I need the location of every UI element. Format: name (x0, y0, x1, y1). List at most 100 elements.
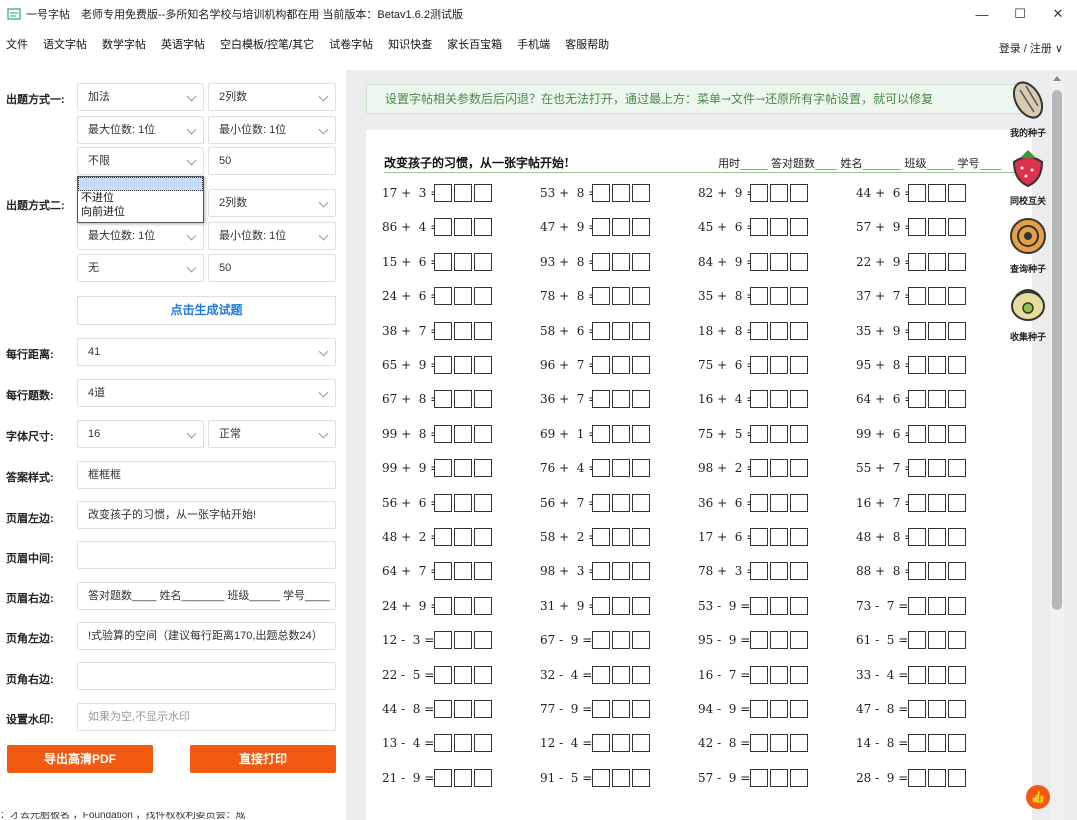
close-button[interactable]: ✕ (1039, 0, 1077, 28)
problem-expression: 95 - 9 = (698, 633, 751, 648)
answer-box (770, 390, 788, 409)
math-problem: 33 - 4 = (856, 664, 1006, 686)
answer-box (592, 768, 610, 787)
watermark-input[interactable]: 如果为空,不显示水印 (77, 703, 336, 731)
answer-box (612, 424, 630, 443)
math-problem: 42 - 8 = (698, 732, 848, 754)
menu-blank-template[interactable]: 空白模板/控笔/其它 (220, 36, 314, 52)
maximize-button[interactable]: ☐ (1001, 0, 1039, 28)
scroll-up-arrow-icon[interactable] (1053, 76, 1061, 81)
problem-expression: 78 + 8 = (540, 289, 599, 304)
export-pdf-button[interactable]: 导出高清PDF (7, 745, 153, 773)
math-problem: 48 + 2 = (382, 526, 532, 548)
mode1-operation-select[interactable]: 加法 (77, 83, 204, 111)
answer-box (948, 493, 966, 512)
answer-box (948, 528, 966, 546)
math-problem: 98 + 3 = (540, 560, 690, 582)
collect-seeds-button[interactable]: 收集种子 (1000, 282, 1056, 344)
answer-box (948, 665, 966, 684)
per-row-select[interactable]: 4道 (77, 379, 336, 407)
answer-box (948, 700, 966, 718)
chevron-down-icon (186, 428, 197, 439)
generate-questions-button[interactable]: 点击生成试题 (77, 296, 336, 325)
answer-box (434, 321, 452, 340)
mode2-max-digits-select[interactable]: 最大位数: 1位 (77, 222, 204, 250)
answer-box (908, 596, 926, 615)
minimize-button[interactable]: — (963, 0, 1001, 28)
dropdown-option[interactable]: 向前进位 (78, 205, 203, 219)
answer-box (928, 734, 946, 753)
answer-box (750, 459, 768, 478)
mode2-count-input[interactable]: 50 (208, 254, 336, 282)
menu-math[interactable]: 数学字帖 (102, 36, 146, 52)
scrollbar-thumb[interactable] (1052, 90, 1062, 610)
menu-file[interactable]: 文件 (6, 36, 28, 52)
menu-chinese[interactable]: 语文字帖 (43, 36, 87, 52)
menu-parent-box[interactable]: 家长百宝箱 (447, 36, 502, 52)
mode1-count-input[interactable]: 50 (208, 147, 336, 175)
answer-box (592, 734, 610, 753)
thumbs-up-icon: 👍 (1030, 790, 1046, 804)
menu-exam[interactable]: 试卷字帖 (329, 36, 373, 52)
dropdown-option[interactable]: 不限 (78, 177, 203, 191)
answer-box (948, 734, 966, 753)
preview-scrollbar[interactable] (1050, 74, 1064, 820)
answer-box (790, 252, 808, 271)
answer-box (928, 252, 946, 271)
mode2-columns-select[interactable]: 2列数 (208, 189, 336, 217)
problem-expression: 24 + 6 = (382, 289, 441, 304)
footer-left-input[interactable]: !式验算的空间（建议每行距离170,出题总数24） (77, 622, 336, 650)
answer-box (474, 287, 492, 306)
menu-english[interactable]: 英语字帖 (161, 36, 205, 52)
answer-box (750, 287, 768, 306)
line-spacing-value: 41 (88, 346, 101, 358)
thumbs-up-float-button[interactable]: 👍 (1026, 785, 1050, 809)
header-divider (384, 172, 1024, 173)
mode1-carry-select[interactable]: 不限 (77, 147, 204, 175)
school-follow-button[interactable]: 同校互关 (1000, 146, 1056, 208)
mode1-max-digits-select[interactable]: 最大位数: 1位 (77, 116, 204, 144)
answer-box (750, 390, 768, 409)
answer-box (790, 631, 808, 650)
header-mid-input[interactable] (77, 541, 336, 569)
math-problem: 91 - 5 = (540, 767, 690, 789)
font-size-select[interactable]: 16 (77, 420, 204, 448)
print-button[interactable]: 直接打印 (190, 745, 336, 773)
header-left-input[interactable]: 改变孩子的习惯，从一张字帖开始! (77, 501, 336, 529)
answer-style-input[interactable]: 框框框 (77, 461, 336, 489)
mode2-min-digits-select[interactable]: 最小位数: 1位 (208, 222, 336, 250)
problem-expression: 57 - 9 = (698, 770, 751, 785)
menu-help[interactable]: 客服帮助 (565, 36, 609, 52)
menu-mobile[interactable]: 手机端 (517, 36, 550, 52)
header-right-input[interactable]: 答对题数____ 姓名_______ 班级_____ 学号____ (77, 582, 336, 610)
mode1-min-digits-select[interactable]: 最小位数: 1位 (208, 116, 336, 144)
chevron-down-icon (186, 230, 197, 241)
mode1-columns-select[interactable]: 2列数 (208, 83, 336, 111)
problem-expression: 78 + 3 = (698, 564, 757, 579)
query-seeds-button[interactable]: 查询种子 (1000, 214, 1056, 276)
line-spacing-select[interactable]: 41 (77, 338, 336, 366)
footer-right-input[interactable] (77, 662, 336, 690)
answer-box (474, 184, 492, 202)
login-register-link[interactable]: 登录 / 注册 ∨ (999, 40, 1063, 56)
answer-box (770, 493, 788, 512)
answer-box (790, 424, 808, 443)
mode2-carry-select[interactable]: 无 (77, 254, 204, 282)
math-problem: 32 - 4 = (540, 664, 690, 686)
answer-box (928, 631, 946, 650)
preview-panel: 设置字帖相关参数后后闪退？在也无法打开，通过最上方：菜单→文件→还原所有字帖设置… (346, 70, 1077, 820)
answer-box (434, 631, 452, 650)
my-seeds-button[interactable]: 我的种子 (1000, 78, 1056, 140)
problem-expression: 56 + 7 = (540, 495, 599, 510)
answer-box (592, 493, 610, 512)
dropdown-option[interactable]: 不进位 (78, 191, 203, 205)
line-spacing-label: 每行距离: (6, 349, 54, 361)
answer-box (928, 321, 946, 340)
answer-box (750, 321, 768, 340)
menu-knowledge[interactable]: 知识快查 (388, 36, 432, 52)
answer-box (948, 562, 966, 581)
problem-expression: 42 - 8 = (698, 736, 751, 751)
font-style-select[interactable]: 正常 (208, 420, 336, 448)
answer-box (928, 768, 946, 787)
answer-box (908, 665, 926, 684)
